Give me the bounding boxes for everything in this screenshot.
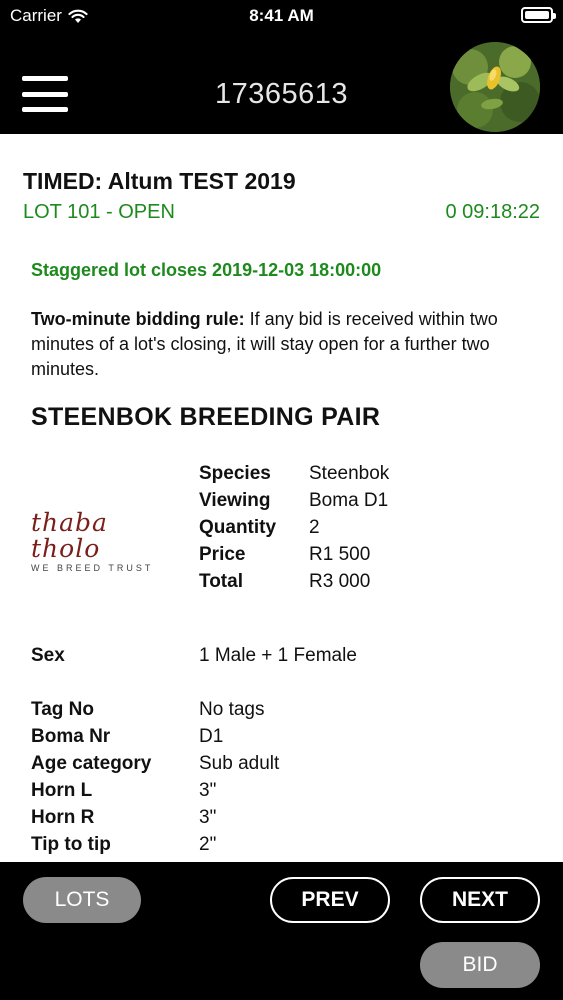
spec-row: Species Steenbok xyxy=(199,460,389,487)
spec-label: Total xyxy=(199,570,243,592)
detail-value: 2" xyxy=(199,833,217,855)
detail-row: Horn L 3" xyxy=(31,777,357,804)
detail-row: Tip to tip 2" xyxy=(31,831,357,858)
detail-label: Horn L xyxy=(31,779,93,801)
lots-button[interactable]: LOTS xyxy=(23,877,141,923)
spec-label: Species xyxy=(199,462,271,484)
status-time: 8:41 AM xyxy=(249,6,314,25)
countdown-timer: 0 09:18:22 xyxy=(445,201,540,223)
status-bar: Carrier 8:41 AM xyxy=(0,0,563,32)
spec-row: Total R3 000 xyxy=(199,568,389,595)
detail-row: Tag No No tags xyxy=(31,696,357,723)
lot-name: STEENBOK BREEDING PAIR xyxy=(31,403,381,431)
detail-label: Tag No xyxy=(31,698,94,720)
next-button[interactable]: NEXT xyxy=(420,877,540,923)
detail-row: Age category Sub adult xyxy=(31,750,357,777)
prev-button[interactable]: PREV xyxy=(270,877,390,923)
seller-logo-tagline: WE BREED TRUST xyxy=(31,563,154,573)
detail-value: 1 Male + 1 Female xyxy=(199,644,357,666)
detail-label: Sex xyxy=(31,644,65,666)
detail-spacer xyxy=(31,669,357,696)
spec-label: Price xyxy=(199,543,246,565)
detail-value: Sub adult xyxy=(199,752,280,774)
lot-status: LOT 101 - OPEN xyxy=(23,201,175,223)
spec-row: Quantity 2 xyxy=(199,514,389,541)
seller-logo: thaba tholo WE BREED TRUST xyxy=(31,508,166,574)
detail-label: Age category xyxy=(31,752,152,774)
auction-title: TIMED: Altum TEST 2019 xyxy=(23,168,296,194)
spec-value: Boma D1 xyxy=(309,489,389,511)
spec-row: Price R1 500 xyxy=(199,541,389,568)
spec-table: Species Steenbok Viewing Boma D1 Quantit… xyxy=(199,460,389,595)
spec-row: Viewing Boma D1 xyxy=(199,487,389,514)
profile-avatar[interactable] xyxy=(450,42,540,132)
lot-details-table: Sex 1 Male + 1 Female Tag No No tags Bom… xyxy=(31,642,357,858)
detail-label: Boma Nr xyxy=(31,725,111,747)
detail-row: Horn R 3" xyxy=(31,804,357,831)
detail-label: Horn R xyxy=(31,806,95,828)
detail-value: 3" xyxy=(199,806,217,828)
detail-value: 3" xyxy=(199,779,217,801)
detail-label: Tip to tip xyxy=(31,833,111,855)
spec-value: R3 000 xyxy=(309,570,371,592)
spec-value: Steenbok xyxy=(309,462,390,484)
bidding-rule-label: Two-minute bidding rule: xyxy=(31,309,245,329)
battery-icon xyxy=(521,7,556,23)
spec-value: 2 xyxy=(309,516,320,538)
avatar-image xyxy=(450,42,540,132)
bid-button[interactable]: BID xyxy=(420,942,540,988)
spec-label: Viewing xyxy=(199,489,271,511)
detail-value: No tags xyxy=(199,698,265,720)
seller-logo-name: thaba tholo xyxy=(31,508,108,563)
lot-close-time: Staggered lot closes 2019-12-03 18:00:00 xyxy=(31,260,382,280)
spec-label: Quantity xyxy=(199,516,277,538)
detail-value: D1 xyxy=(199,725,224,747)
detail-row: Boma Nr D1 xyxy=(31,723,357,750)
bidding-rule: Two-minute bidding rule: If any bid is r… xyxy=(31,307,541,382)
bottom-toolbar: LOTS PREV NEXT BID xyxy=(0,862,563,1000)
lot-detail-content[interactable]: TIMED: Altum TEST 2019 LOT 101 - OPEN 0 … xyxy=(0,134,563,862)
spec-value: R1 500 xyxy=(309,543,371,565)
detail-row: Sex 1 Male + 1 Female xyxy=(31,642,357,669)
